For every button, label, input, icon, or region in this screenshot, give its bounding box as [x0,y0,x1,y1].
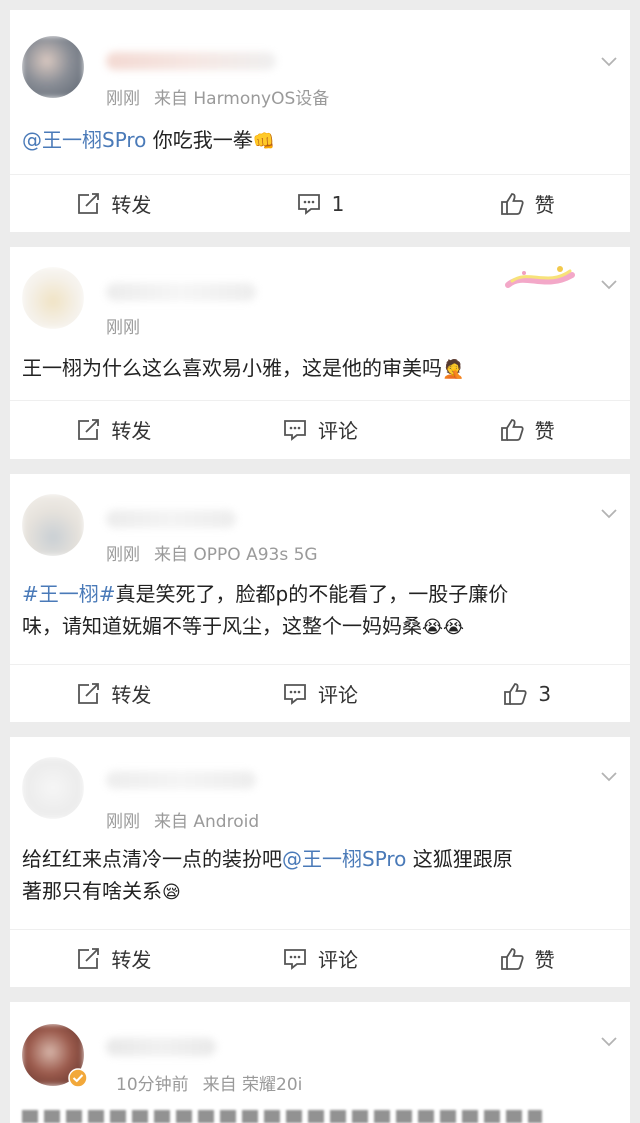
like-icon [500,418,524,441]
post-card: 刚刚 来自 Android 给红红来点清冷一点的装扮吧@王一栩SPro 这狐狸跟原… [10,737,630,987]
repost-icon [78,418,100,440]
chevron-down-icon[interactable] [600,504,618,522]
like-button[interactable]: 赞 [423,930,630,987]
post-meta: 刚刚 来自 Android [106,807,259,832]
hashtag[interactable]: #王一栩# [22,582,116,606]
post-meta: 10分钟前 来自 荣耀20i [116,1070,302,1095]
post-time: 刚刚 [106,318,140,338]
post-meta: 刚刚 [106,313,140,338]
comment-icon [284,419,306,441]
repost-button[interactable]: 转发 [10,175,217,232]
repost-button[interactable]: 转发 [10,401,217,458]
chevron-down-icon[interactable] [600,1032,618,1050]
like-icon [504,682,527,705]
emoji: 😭😭 [422,617,465,638]
comment-button[interactable]: 评论 [217,665,424,722]
action-bar: 转发 评论 赞 [10,400,630,458]
repost-icon [78,947,100,969]
post-time: 刚刚 [106,545,140,565]
post-source: 来自 荣耀20i [202,1075,303,1095]
action-bar: 转发 评论 3 [10,664,630,722]
emoji: 😪 [162,882,181,903]
sparkle-sticker-icon [505,266,575,288]
post-meta: 刚刚 来自 OPPO A93s 5G [106,540,318,565]
avatar[interactable] [22,494,84,556]
username-blurred[interactable] [106,52,276,70]
verified-badge-icon [68,1068,88,1088]
like-button[interactable]: 3 [423,665,630,722]
post-text: @王一栩SPro 你吃我一拳👊 [22,124,616,158]
username-blurred[interactable] [106,510,236,528]
username-blurred[interactable] [106,283,256,301]
post-card: 10分钟前 来自 荣耀20i [10,1002,630,1123]
post-source: 来自 Android [154,812,260,832]
comment-button[interactable]: 评论 [217,401,424,458]
avatar[interactable] [22,757,84,819]
comment-icon [284,948,306,970]
like-button[interactable]: 赞 [423,175,630,232]
post-source: 来自 HarmonyOS设备 [154,89,330,109]
post-card: 刚刚 来自 OPPO A93s 5G #王一栩#真是笑死了，脸都p的不能看了，一股… [10,474,630,722]
avatar[interactable] [22,267,84,329]
repost-button[interactable]: 转发 [10,665,217,722]
post-time: 刚刚 [106,89,140,109]
repost-icon [78,682,100,704]
emoji: 🤦 [442,359,465,380]
chevron-down-icon[interactable] [600,767,618,785]
post-text: 王一栩为什么这么喜欢易小雅，这是他的审美吗🤦 [22,352,616,386]
comment-button[interactable]: 评论 [217,930,424,987]
feed: 刚刚来自 HarmonyOS设备 @王一栩SPro 你吃我一拳👊 转发 1 赞 [10,0,630,1123]
username-blurred[interactable] [106,1038,216,1056]
post-source: 来自 OPPO A93s 5G [154,545,318,565]
like-icon [500,947,524,970]
post-text: 给红红来点清冷一点的装扮吧@王一栩SPro 这狐狸跟原 著那只有啥关系😪 [22,843,616,909]
repost-icon [78,192,100,214]
post-time: 刚刚 [106,812,140,832]
username-blurred[interactable] [106,771,256,789]
action-bar: 转发 1 赞 [10,174,630,232]
chevron-down-icon[interactable] [600,275,618,293]
like-icon [500,192,524,215]
user-mention[interactable]: @王一栩SPro [22,128,146,152]
post-card: 刚刚 王一栩为什么这么喜欢易小雅，这是他的审美吗🤦 转发 评论 赞 [10,247,630,459]
avatar[interactable] [22,36,84,98]
post-text-clipped [22,1110,542,1123]
emoji: 👊 [252,131,276,152]
comment-button[interactable]: 1 [217,175,424,232]
action-bar: 转发 评论 赞 [10,929,630,987]
post-card: 刚刚 来自 HarmonyOS设备 @王一栩SPro 你吃我一拳👊 转发 1 赞 [10,10,630,232]
comment-icon [284,683,306,705]
post-meta: 刚刚 来自 HarmonyOS设备 [106,84,329,109]
chevron-down-icon[interactable] [600,52,618,70]
repost-button[interactable]: 转发 [10,930,217,987]
comment-icon [297,193,320,215]
post-time: 10分钟前 [116,1075,189,1095]
like-button[interactable]: 赞 [423,401,630,458]
post-text: #王一栩#真是笑死了，脸都p的不能看了，一股子廉价 味，请知道妩媚不等于风尘，这… [22,578,616,644]
user-mention[interactable]: @王一栩SPro [282,847,406,871]
